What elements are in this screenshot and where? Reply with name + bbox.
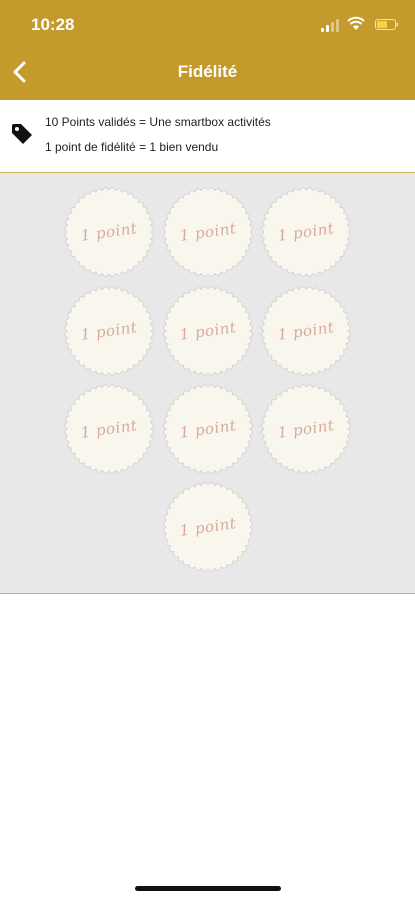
stamp-label: 1 point xyxy=(79,416,139,442)
loyalty-stamp[interactable]: 1 point xyxy=(261,187,351,277)
stamp-label: 1 point xyxy=(79,318,139,344)
stamp-label: 1 point xyxy=(276,416,336,442)
info-rule-reward: 10 Points validés = Une smartbox activit… xyxy=(45,115,271,129)
loyalty-stamp[interactable]: 1 point xyxy=(163,286,253,376)
info-rule-point: 1 point de fidélité = 1 bien vendu xyxy=(45,140,219,154)
stamp-label: 1 point xyxy=(178,416,238,442)
battery-icon xyxy=(375,19,399,30)
loyalty-stamp[interactable]: 1 point xyxy=(64,187,154,277)
loyalty-stamp[interactable]: 1 point xyxy=(261,384,351,474)
loyalty-stamp[interactable]: 1 point xyxy=(163,482,253,572)
page-title: Fidélité xyxy=(177,62,238,81)
loyalty-stamp[interactable]: 1 point xyxy=(163,187,253,277)
divider xyxy=(0,593,415,594)
stamp-label: 1 point xyxy=(276,219,336,245)
loyalty-stamp[interactable]: 1 point xyxy=(64,384,154,474)
signal-icon xyxy=(321,18,341,32)
stamp-label: 1 point xyxy=(178,219,238,245)
loyalty-stamp[interactable]: 1 point xyxy=(261,286,351,376)
home-indicator xyxy=(135,886,281,891)
tag-icon xyxy=(12,124,32,144)
stamp-label: 1 point xyxy=(79,219,139,245)
stamp-label: 1 point xyxy=(178,514,238,540)
wifi-icon xyxy=(347,16,365,30)
stamp-label: 1 point xyxy=(276,318,336,344)
status-time: 10:28 xyxy=(31,15,75,34)
status-icons xyxy=(309,16,399,34)
loyalty-stamp[interactable]: 1 point xyxy=(64,286,154,376)
loyalty-stamp[interactable]: 1 point xyxy=(163,384,253,474)
loyalty-info xyxy=(0,100,415,172)
stamp-label: 1 point xyxy=(178,318,238,344)
